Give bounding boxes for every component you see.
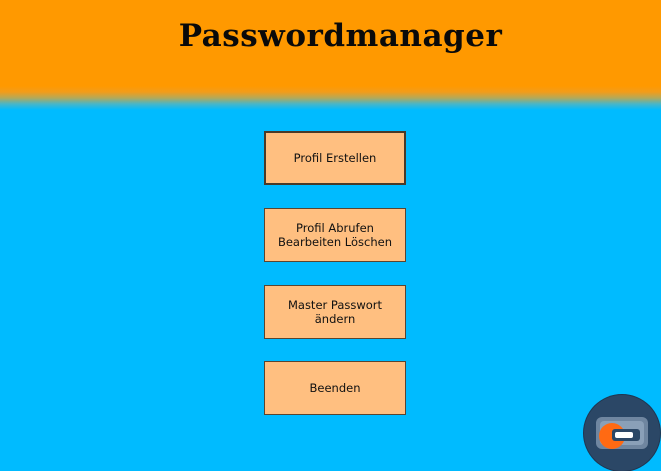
header-banner: Passwordmanager (0, 0, 661, 110)
app-title: Passwordmanager (178, 18, 503, 54)
create-profile-button[interactable]: Profil Erstellen (264, 131, 406, 185)
change-master-password-button[interactable]: Master Passwort ändern (264, 285, 406, 339)
retrieve-edit-delete-profile-label: Profil Abrufen Bearbeiten Löschen (277, 221, 393, 249)
change-master-password-label: Master Passwort ändern (287, 298, 383, 326)
exit-button[interactable]: Beenden (264, 361, 406, 415)
retrieve-edit-delete-profile-button[interactable]: Profil Abrufen Bearbeiten Löschen (264, 208, 406, 262)
corner-app-badge[interactable] (584, 395, 660, 471)
exit-label: Beenden (309, 381, 361, 395)
app-logo-icon (596, 417, 648, 449)
create-profile-label: Profil Erstellen (293, 151, 377, 165)
